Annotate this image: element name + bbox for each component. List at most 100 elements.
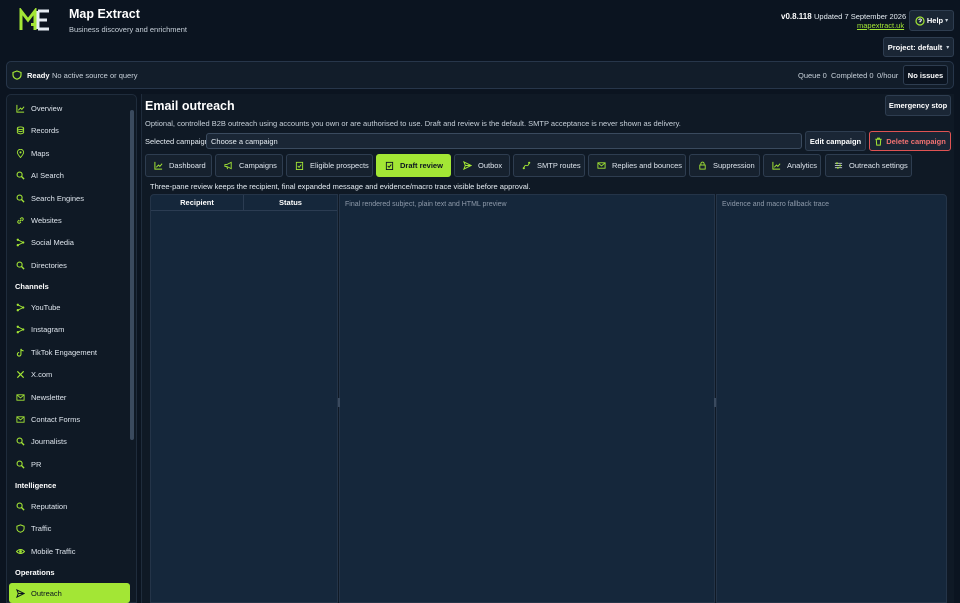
- sidebar-item-label: AI Search: [31, 170, 64, 180]
- emergency-stop-button[interactable]: Emergency stop: [885, 95, 951, 116]
- completed-count: Completed 0: [831, 71, 874, 80]
- shield-icon: [16, 523, 25, 533]
- pane-resize-handle[interactable]: [338, 398, 340, 407]
- campaign-select-value: Choose a campaign: [211, 136, 278, 146]
- tab-smtp-routes[interactable]: SMTP routes: [513, 154, 585, 177]
- section-operations: Operations: [15, 568, 55, 577]
- tab-description: Three-pane review keeps the recipient, f…: [150, 182, 531, 191]
- sidebar-item-label: Instagram: [31, 324, 65, 334]
- preview-placeholder: Final rendered subject, plain text and H…: [345, 201, 507, 208]
- tab-analytics[interactable]: Analytics: [763, 154, 821, 177]
- help-icon: [915, 15, 925, 26]
- mail-icon: [16, 393, 25, 401]
- page-description: Optional, controlled B2B outreach using …: [145, 119, 681, 128]
- sidebar-item-label: Contact Forms: [31, 414, 81, 424]
- clipboard-check-icon: [295, 161, 304, 170]
- sidebar-item-contact-forms[interactable]: Contact Forms: [9, 409, 130, 429]
- delete-label: Delete campaign: [886, 136, 946, 146]
- share-icon: [16, 325, 25, 333]
- contact-form-icon: [16, 415, 25, 423]
- sidebar-item-outreach[interactable]: Outreach: [9, 583, 130, 603]
- sidebar-item-youtube[interactable]: YouTube: [9, 297, 130, 317]
- search-icon: [16, 194, 25, 203]
- tab-label: Eligible prospects: [310, 161, 369, 170]
- chevron-down-icon: ▾: [945, 18, 949, 24]
- lock-icon: [699, 161, 706, 170]
- sidebar-item-mobile-traffic[interactable]: Mobile Traffic: [9, 541, 130, 561]
- tab-draft-review[interactable]: Draft review: [376, 154, 451, 177]
- search-icon: [16, 171, 25, 180]
- sidebar-item-label: Mobile Traffic: [31, 546, 76, 556]
- help-label: Help: [926, 16, 944, 25]
- sidebar-item-reputation[interactable]: Reputation: [9, 496, 130, 516]
- tab-outreach-settings[interactable]: Outreach settings: [825, 154, 912, 177]
- sidebar-item-journalists[interactable]: Journalists: [9, 431, 130, 451]
- sidebar-item-records[interactable]: Records: [9, 120, 130, 140]
- search-icon: [16, 261, 25, 270]
- sidebar-item-instagram[interactable]: Instagram: [9, 319, 130, 339]
- tab-label: Campaigns: [239, 161, 277, 170]
- edit-campaign-button[interactable]: Edit campaign: [805, 131, 866, 151]
- help-button[interactable]: Help ▾: [909, 10, 954, 31]
- pane-resize-handle[interactable]: [714, 398, 716, 407]
- trace-placeholder: Evidence and macro fallback trace: [722, 201, 829, 208]
- tab-outbox[interactable]: Outbox: [454, 154, 510, 177]
- tab-campaigns[interactable]: Campaigns: [215, 154, 283, 177]
- project-label: Project: default: [887, 42, 943, 52]
- sidebar-item-directories[interactable]: Directories: [9, 255, 130, 275]
- share-icon: [16, 303, 25, 311]
- sidebar-item-pr[interactable]: PR: [9, 454, 130, 474]
- sidebar-item-label: X.com: [31, 369, 53, 379]
- sidebar-item-newsletter[interactable]: Newsletter: [9, 387, 130, 407]
- sidebar-item-websites[interactable]: Websites: [9, 210, 130, 230]
- send-icon: [16, 588, 25, 598]
- project-selector[interactable]: Project: default ▾: [883, 37, 954, 57]
- sidebar-item-social-media[interactable]: Social Media: [9, 232, 130, 252]
- sidebar-scrollbar[interactable]: [130, 110, 134, 440]
- chart-line-icon: [772, 161, 781, 170]
- tab-dashboard[interactable]: Dashboard: [145, 154, 212, 177]
- tiktok-icon: [16, 348, 24, 357]
- tab-label: Suppression: [713, 161, 755, 170]
- sidebar-item-label: Search Engines: [31, 193, 84, 203]
- sidebar-item-label: Maps: [31, 148, 50, 158]
- send-icon: [463, 161, 472, 170]
- tab-replies-and-bounces[interactable]: Replies and bounces: [588, 154, 686, 177]
- updated-label: Updated 7 September 2026: [814, 12, 907, 21]
- sidebar-item-overview[interactable]: Overview: [9, 98, 130, 118]
- site-link[interactable]: mapextract.uk: [857, 21, 904, 30]
- chart-line-icon: [154, 161, 163, 170]
- tab-label: Outreach settings: [849, 161, 908, 170]
- section-channels: Channels: [15, 282, 49, 291]
- sidebar-item-label: Journalists: [31, 436, 67, 446]
- shield-icon: [12, 70, 22, 80]
- trash-icon: [875, 137, 882, 146]
- sidebar-item-label: Social Media: [31, 237, 74, 247]
- sidebar-item-traffic[interactable]: Traffic: [9, 518, 130, 538]
- column-header-recipient[interactable]: Recipient: [151, 195, 244, 211]
- preview-pane: [339, 194, 715, 603]
- tab-eligible-prospects[interactable]: Eligible prospects: [286, 154, 373, 177]
- tab-suppression[interactable]: Suppression: [689, 154, 760, 177]
- column-header-status[interactable]: Status: [244, 195, 337, 211]
- page-title: Email outreach: [145, 99, 235, 113]
- sidebar-item-search-engines[interactable]: Search Engines: [9, 188, 130, 208]
- tab-label: Dashboard: [169, 161, 206, 170]
- sidebar-item-maps[interactable]: Maps: [9, 143, 130, 163]
- sidebar-item-label: Reputation: [31, 501, 68, 511]
- sliders-icon: [834, 162, 843, 169]
- sidebar-item-ai-search[interactable]: AI Search: [9, 165, 130, 185]
- issues-button[interactable]: No issues: [903, 65, 948, 85]
- app-title: Map Extract: [69, 7, 140, 21]
- recipient-pane: [150, 194, 338, 603]
- sidebar-item-label: TikTok Engagement: [31, 347, 98, 357]
- status-message: No active source or query: [52, 71, 138, 80]
- rate-value: 0/hour: [877, 71, 899, 80]
- campaign-select[interactable]: Choose a campaign: [206, 133, 802, 149]
- sidebar-item-label: Traffic: [31, 523, 52, 533]
- sidebar-item-x-com[interactable]: X.com: [9, 364, 130, 384]
- section-intelligence: Intelligence: [15, 481, 57, 490]
- delete-campaign-button[interactable]: Delete campaign: [869, 131, 951, 151]
- sidebar-item-tiktok-engagement[interactable]: TikTok Engagement: [9, 342, 130, 362]
- sidebar-item-label: Records: [31, 125, 59, 135]
